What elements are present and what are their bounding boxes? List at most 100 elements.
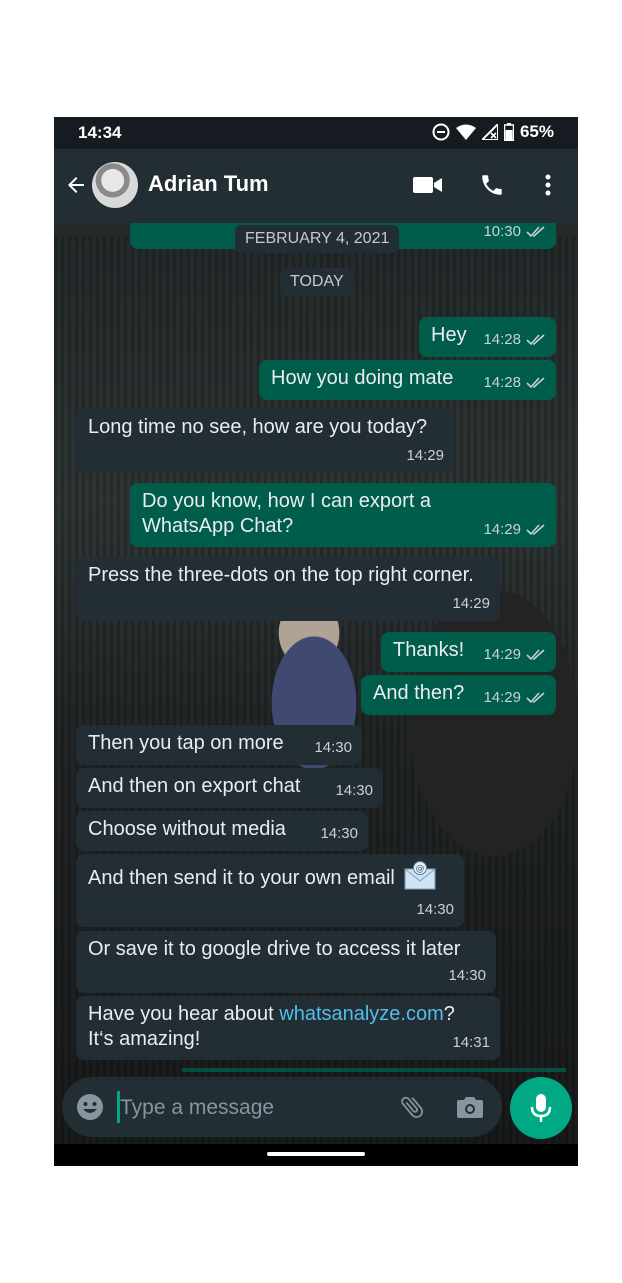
message-time: 14:29 [483, 689, 521, 706]
message-meta: 14:29 [483, 642, 546, 667]
message-meta: 14:29 [483, 517, 546, 542]
message-text: Do you know, how I can export a WhatsApp… [142, 490, 432, 537]
double-check-icon [526, 376, 545, 388]
camera-button[interactable] [454, 1091, 486, 1123]
message-input[interactable] [118, 1091, 392, 1125]
message-text: Or save it to google drive to access it … [88, 938, 461, 960]
message-bubble[interactable]: And then? 14:29 [361, 675, 556, 715]
message-time: 14:29 [406, 447, 444, 464]
message-meta: 14:30 [320, 821, 358, 846]
message-bubble[interactable]: Hey 14:28 [419, 317, 556, 357]
message-text: Thanks! [393, 639, 465, 661]
back-button[interactable] [64, 173, 88, 197]
message-text: And then? [373, 682, 465, 704]
phone-icon [482, 175, 502, 195]
message-meta: 14:29 [483, 685, 546, 710]
contact-avatar[interactable] [92, 162, 138, 208]
attach-icon [401, 1096, 423, 1118]
contact-name[interactable]: Adrian Tum [148, 171, 269, 197]
message-text: Choose without media [88, 818, 286, 840]
back-arrow-icon [68, 177, 84, 193]
chat-area[interactable]: 10:30 FEBRUARY 4, 2021 TODAY Hey 14:28 H… [54, 223, 578, 1144]
wifi-icon [455, 124, 476, 140]
message-meta: 10:30 [483, 223, 546, 244]
emoji-button[interactable] [74, 1091, 106, 1123]
message-meta: 14:29 [406, 443, 444, 468]
message-meta: 14:29 [452, 591, 490, 616]
message-time: 14:28 [483, 331, 521, 348]
message-meta: 14:30 [448, 963, 486, 988]
signal-icon [481, 124, 498, 140]
message-bubble-edge [182, 1068, 566, 1072]
camera-icon [457, 1097, 483, 1118]
message-bubble[interactable]: And then on export chat 14:30 [76, 768, 383, 808]
message-bubble[interactable]: Do you know, how I can export a WhatsApp… [130, 483, 556, 547]
message-text: Press the three-dots on the top right co… [88, 564, 474, 586]
message-meta: 14:30 [314, 735, 352, 760]
phone-screen: 14:34 65% Adrian Tum 10:30 FEBRUARY 4, 2… [54, 117, 578, 1166]
message-time: 14:29 [452, 595, 490, 612]
home-gesture-handle[interactable] [267, 1152, 365, 1156]
message-time: 14:31 [452, 1034, 490, 1051]
battery-icon [503, 123, 514, 141]
message-bubble[interactable]: Thanks! 14:29 [381, 632, 556, 672]
message-text: Long time no see, how are you today? [88, 416, 428, 438]
link-whatsanalyze[interactable]: whatsanalyze.com [279, 1003, 444, 1025]
system-nav-bar [54, 1144, 578, 1166]
message-time: 14:30 [335, 782, 373, 799]
message-bubble[interactable]: Then you tap on more 14:30 [76, 725, 362, 765]
video-call-icon [413, 177, 442, 193]
message-time: 14:29 [483, 521, 521, 538]
message-meta: 14:28 [483, 370, 546, 395]
svg-text:@: @ [416, 864, 425, 874]
message-bubble[interactable]: How you doing mate 14:28 [259, 360, 556, 400]
voice-call-button[interactable] [476, 169, 508, 201]
double-check-icon [526, 523, 545, 535]
message-time: 10:30 [483, 223, 521, 240]
message-time: 14:30 [314, 739, 352, 756]
video-call-button[interactable] [412, 169, 444, 201]
more-options-button[interactable] [532, 169, 564, 201]
battery-percent: 65% [519, 122, 554, 141]
email-emoji-icon: @ [404, 861, 436, 890]
message-bubble[interactable]: Or save it to google drive to access it … [76, 931, 496, 993]
message-meta: 14:30 [416, 897, 454, 922]
double-check-icon [526, 648, 545, 660]
status-time: 14:34 [78, 123, 122, 142]
message-text: And then on export chat [88, 775, 301, 797]
message-time: 14:30 [448, 967, 486, 984]
message-bubble[interactable]: And then send it to your own email @ 14:… [76, 854, 464, 927]
message-meta: 14:31 [452, 1030, 490, 1055]
message-meta: 14:30 [335, 778, 373, 803]
more-vert-icon [545, 174, 551, 196]
message-text: And then send it to your own email [88, 867, 395, 889]
attach-button[interactable] [396, 1091, 428, 1123]
message-text: How you doing mate [271, 367, 454, 389]
message-text: Then you tap on more [88, 732, 284, 754]
message-meta: 14:28 [483, 327, 546, 352]
mic-icon [530, 1094, 552, 1122]
message-bubble[interactable]: Long time no see, how are you today? 14:… [76, 409, 454, 473]
dnd-icon [432, 123, 450, 141]
message-text-part: Have you hear about [88, 1003, 280, 1025]
double-check-icon [526, 691, 545, 703]
message-composer [62, 1077, 502, 1137]
message-bubble[interactable]: Have you hear about whatsanalyze.com? It… [76, 996, 500, 1060]
voice-message-button[interactable] [510, 1077, 572, 1139]
double-check-icon [526, 225, 545, 237]
chat-header: Adrian Tum [54, 149, 578, 223]
message-time: 14:30 [416, 901, 454, 918]
message-bubble[interactable]: Press the three-dots on the top right co… [76, 557, 500, 621]
date-chip-today: TODAY [280, 268, 354, 296]
message-time: 14:30 [320, 825, 358, 842]
double-check-icon [526, 333, 545, 345]
message-bubble[interactable]: Choose without media 14:30 [76, 811, 368, 851]
date-chip: FEBRUARY 4, 2021 [235, 225, 400, 253]
message-time: 14:29 [483, 646, 521, 663]
message-time: 14:28 [483, 374, 521, 391]
message-text: Hey [431, 324, 467, 346]
status-icons: 65% [432, 122, 554, 142]
message-text: Have you hear about whatsanalyze.com? It… [88, 1003, 455, 1050]
emoji-icon [77, 1094, 103, 1120]
status-bar: 14:34 65% [54, 117, 578, 149]
